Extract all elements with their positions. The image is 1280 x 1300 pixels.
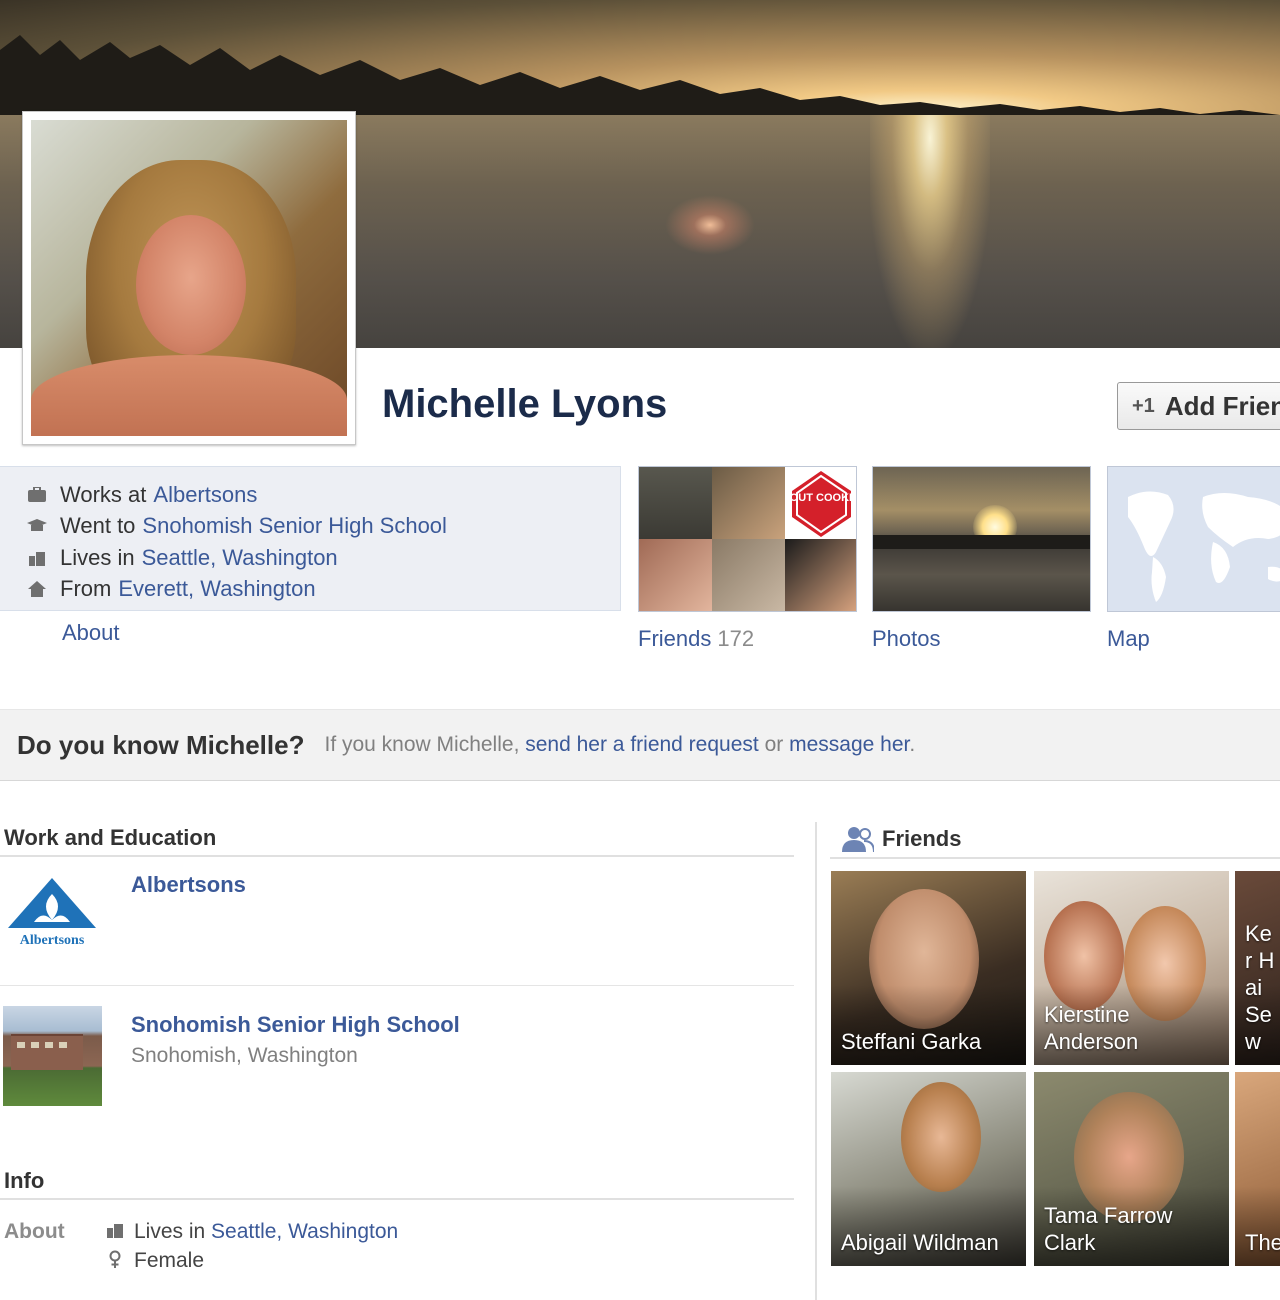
friend-card[interactable]: Kierstine Anderson	[1034, 871, 1229, 1065]
sun-reflection	[870, 115, 990, 348]
profile-name: Michelle Lyons	[382, 382, 668, 426]
intro-school-link[interactable]: Snohomish Senior High School	[142, 513, 447, 539]
friend-card[interactable]: Ker Hai Sew	[1235, 871, 1280, 1065]
friends-label: Friends	[638, 626, 712, 651]
briefcase-icon	[26, 486, 48, 504]
intro-school-prefix: Went to	[60, 513, 136, 539]
intro-from: From Everett, Washington	[0, 574, 620, 606]
profile-photo	[31, 120, 347, 436]
photos-tile[interactable]	[872, 466, 1091, 612]
friend-card[interactable]: Steffani Garka	[831, 871, 1026, 1065]
profile-picture[interactable]	[22, 111, 356, 445]
cookie-zone-thumb: GIRL SCOUT COOKIE ZONE!	[745, 467, 857, 539]
info-lives-link[interactable]: Seattle, Washington	[211, 1220, 398, 1244]
work-education-title: Work and Education	[4, 825, 217, 850]
know-text-before: If you know Michelle,	[324, 733, 520, 756]
friend-thumb	[712, 467, 785, 539]
intro-work: Works at Albertsons	[0, 479, 620, 511]
friends-panel-title: Friends	[882, 826, 962, 851]
albertsons-logo[interactable]: Albertsons	[4, 876, 100, 948]
school-window	[45, 1042, 53, 1048]
do-you-know-bar: Do you know Michelle? If you know Michel…	[0, 709, 1280, 781]
friend-card-name: Kierstine Anderson	[1044, 1002, 1139, 1054]
friend-thumb	[639, 467, 712, 539]
message-her-link[interactable]: message her	[789, 733, 909, 756]
add-friend-button[interactable]: +1 Add Friend	[1117, 382, 1280, 430]
know-text-or: or	[764, 733, 784, 756]
friend-card[interactable]: Abigail Wildman	[831, 1072, 1026, 1266]
friends-panel-header[interactable]: Friends	[842, 826, 962, 853]
friend-card-name: Tama Farrow Clark	[1044, 1203, 1173, 1255]
map-tile-label[interactable]: Map	[1107, 626, 1150, 652]
city-icon	[26, 549, 48, 567]
intro-from-prefix: From	[60, 576, 112, 602]
education-entry-school[interactable]: Snohomish Senior High School	[131, 1012, 460, 1038]
world-map-icon	[1128, 491, 1280, 602]
info-lives-row: Lives in Seattle, Washington	[106, 1220, 398, 1244]
info-gender-text: Female	[134, 1249, 205, 1272]
lens-flare	[665, 195, 755, 255]
intro-lives-prefix: Lives in	[60, 544, 135, 570]
albertsons-logo-text: Albertsons	[20, 933, 85, 948]
friend-card-name: Abigail Wildman	[841, 1230, 999, 1255]
info-lives-prefix: Lives in	[134, 1220, 206, 1243]
friend-card[interactable]: Tama Farrow Clark	[1034, 1072, 1229, 1266]
friends-divider	[830, 857, 1280, 859]
add-friend-icon: +1	[1132, 394, 1155, 417]
intro-from-link[interactable]: Everett, Washington	[118, 576, 315, 602]
school-window	[17, 1042, 25, 1048]
cookie-zone-text: GIRL SCOUT COOKIE ZONE!	[785, 492, 857, 504]
section-divider	[0, 855, 794, 857]
section-divider	[0, 1198, 794, 1200]
friend-card-name: Ker Hai Sew	[1245, 921, 1275, 1054]
intro-lives: Lives in Seattle, Washington	[0, 542, 620, 574]
photo-shoulders	[31, 355, 347, 436]
city-icon	[106, 1222, 124, 1242]
female-icon	[106, 1250, 124, 1272]
friend-photo	[901, 1082, 981, 1192]
school-thumbnail[interactable]	[3, 1006, 102, 1106]
friend-thumb	[785, 539, 856, 611]
friend-thumb	[712, 539, 785, 611]
work-entry-albertsons[interactable]: Albertsons	[131, 872, 246, 898]
info-about-label: About	[4, 1220, 65, 1243]
send-friend-request-link[interactable]: send her a friend request	[525, 733, 758, 756]
intro-school: Went to Snohomish Senior High School	[0, 511, 620, 543]
friend-card[interactable]: The	[1235, 1072, 1280, 1266]
school-window	[59, 1042, 67, 1048]
friends-count: 172	[717, 626, 755, 651]
map-tile[interactable]	[1107, 466, 1280, 612]
friends-tile[interactable]: GIRL SCOUT COOKIE ZONE!	[638, 466, 857, 612]
photos-tile-label[interactable]: Photos	[872, 626, 941, 652]
home-icon	[26, 580, 48, 598]
friends-icon	[842, 826, 875, 853]
intro-work-prefix: Works at	[60, 481, 147, 507]
friend-card-name: The	[1245, 1230, 1280, 1255]
info-gender-row: Female	[106, 1249, 204, 1273]
school-building	[11, 1034, 83, 1070]
info-title: Info	[4, 1168, 45, 1193]
friends-tile-label[interactable]: Friends 172	[638, 626, 754, 652]
know-text-end: .	[909, 733, 916, 756]
entry-divider	[0, 985, 794, 986]
about-link[interactable]: About	[62, 620, 120, 646]
graduation-cap-icon	[26, 517, 48, 535]
intro-box: Works at Albertsons Went to Snohomish Se…	[0, 466, 621, 611]
intro-work-link[interactable]: Albertsons	[153, 482, 257, 508]
add-friend-label: Add Friend	[1164, 390, 1280, 421]
photo-treeline	[873, 535, 1090, 549]
photo-face	[136, 215, 246, 355]
friend-card-name: Steffani Garka	[841, 1029, 982, 1054]
do-you-know-text: If you know Michelle, send her a friend …	[324, 733, 915, 757]
friend-thumb	[639, 539, 712, 611]
column-divider	[815, 822, 817, 1300]
school-window	[31, 1042, 39, 1048]
intro-lives-link[interactable]: Seattle, Washington	[142, 545, 338, 571]
do-you-know-question: Do you know Michelle?	[17, 729, 305, 760]
education-entry-location: Snohomish, Washington	[131, 1044, 358, 1067]
